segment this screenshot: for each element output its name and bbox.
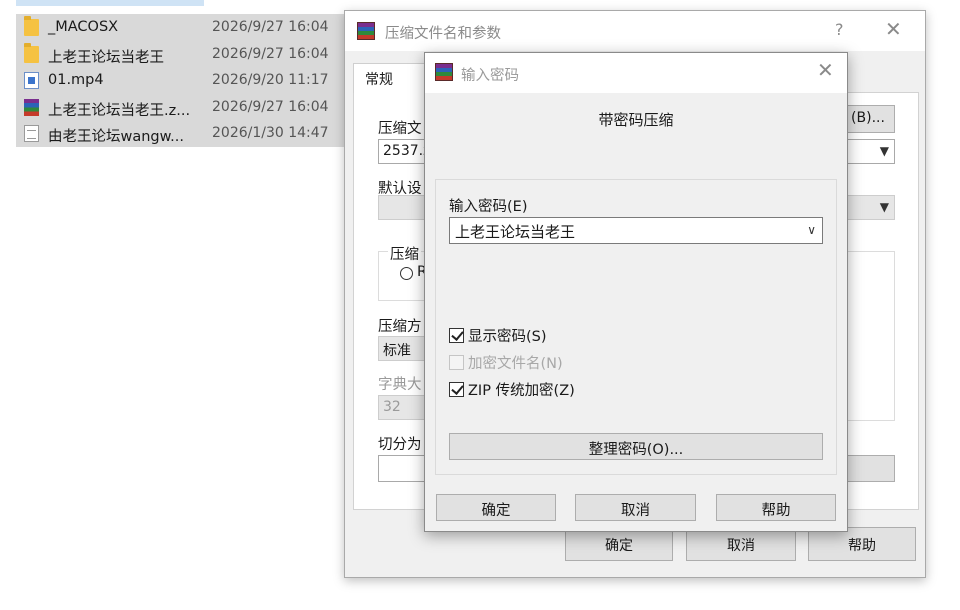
rar-format-radio[interactable] — [400, 267, 413, 280]
password-dialog-title: 输入密码 — [461, 68, 519, 84]
update-mode-dropdown[interactable]: ▼ — [841, 195, 895, 220]
file-row[interactable]: _MACOSX 2026/9/27 16:04 — [16, 14, 344, 41]
file-name: 上老王论坛当老王.z... — [48, 102, 191, 119]
encrypt-filenames-option[interactable]: 加密文件名(N) — [449, 352, 563, 373]
ok-button[interactable]: 确定 — [565, 527, 673, 561]
encrypt-filenames-label: 加密文件名(N) — [468, 356, 563, 372]
password-dialog: 输入密码 ✕ 带密码压缩 输入密码(E) 上老王论坛当老王 ∨ 显示密码(S) … — [424, 52, 848, 532]
archive-options-group — [845, 251, 895, 421]
folder-icon — [24, 16, 39, 36]
file-row[interactable]: 由老王论坛wangw... 2026/1/30 14:47 — [16, 120, 344, 147]
file-list: _MACOSX 2026/9/27 16:04 上老王论坛当老王 2026/9/… — [16, 14, 344, 147]
show-password-checkbox[interactable] — [449, 328, 464, 343]
show-password-option[interactable]: 显示密码(S) — [449, 325, 547, 346]
show-password-label: 显示密码(S) — [468, 329, 547, 345]
zip-legacy-checkbox[interactable] — [449, 382, 464, 397]
archive-format-label: 压缩 — [388, 243, 421, 264]
chevron-down-icon[interactable]: ∨ — [807, 223, 816, 237]
archive-dialog-titlebar[interactable]: 压缩文件名和参数 ? ✕ — [345, 11, 925, 51]
password-dialog-titlebar[interactable]: 输入密码 ✕ — [425, 53, 847, 93]
file-date: 2026/9/27 16:04 — [212, 98, 329, 115]
password-combobox[interactable]: 上老王论坛当老王 ∨ — [449, 217, 823, 244]
selection-strip — [16, 0, 204, 6]
help-icon[interactable]: ? — [835, 20, 844, 39]
archive-name-label: 压缩文 — [378, 121, 422, 137]
winrar-logo-icon — [435, 63, 453, 81]
set-password-button[interactable] — [845, 455, 895, 482]
encrypt-filenames-checkbox[interactable] — [449, 355, 464, 370]
file-name: 上老王论坛当老王 — [48, 49, 164, 66]
file-row[interactable]: 上老王论坛当老王 2026/9/27 16:04 — [16, 40, 344, 67]
split-volumes-label: 切分为 — [378, 437, 422, 453]
folder-icon — [24, 42, 39, 63]
file-name: 由老王论坛wangw... — [48, 129, 184, 145]
password-value: 上老王论坛当老王 — [455, 223, 576, 241]
archive-dialog-title: 压缩文件名和参数 — [385, 26, 501, 42]
file-date: 2026/9/27 16:04 — [212, 45, 329, 62]
file-date: 2026/1/30 14:47 — [212, 125, 329, 141]
tab-general[interactable]: 常规 — [353, 63, 425, 93]
browse-button[interactable]: (B)... — [841, 105, 895, 133]
file-name: _MACOSX — [48, 19, 119, 35]
help-button[interactable]: 帮助 — [808, 527, 916, 561]
file-row[interactable]: 上老王论坛当老王.z... 2026/9/27 16:04 — [16, 93, 344, 120]
winrar-archive-icon — [24, 98, 39, 116]
cancel-button[interactable]: 取消 — [686, 527, 796, 561]
password-help-button[interactable]: 帮助 — [716, 494, 836, 521]
text-file-icon — [24, 125, 39, 142]
zip-legacy-encryption-option[interactable]: ZIP 传统加密(Z) — [449, 379, 575, 400]
chevron-down-icon: ▼ — [879, 200, 889, 214]
organize-passwords-button[interactable]: 整理密码(O)... — [449, 433, 823, 460]
winrar-logo-icon — [357, 22, 375, 40]
close-icon[interactable]: ✕ — [885, 17, 902, 41]
password-ok-button[interactable]: 确定 — [436, 494, 556, 521]
password-cancel-button[interactable]: 取消 — [575, 494, 696, 521]
dictionary-size-label: 字典大 — [378, 377, 422, 393]
zip-legacy-label: ZIP 传统加密(Z) — [468, 383, 575, 399]
password-heading: 带密码压缩 — [598, 111, 674, 129]
archive-name-dropdown[interactable]: ▼ — [841, 139, 895, 164]
chevron-down-icon: ▼ — [879, 144, 889, 158]
close-icon[interactable]: ✕ — [817, 58, 834, 82]
compression-method-label: 压缩方 — [378, 319, 422, 335]
password-label: 输入密码(E) — [449, 199, 528, 215]
file-row[interactable]: 01.mp4 2026/9/20 11:17 — [16, 67, 344, 94]
file-date: 2026/9/20 11:17 — [212, 72, 329, 88]
file-name: 01.mp4 — [48, 72, 104, 88]
video-file-icon — [24, 72, 39, 89]
file-date: 2026/9/27 16:04 — [212, 19, 329, 35]
